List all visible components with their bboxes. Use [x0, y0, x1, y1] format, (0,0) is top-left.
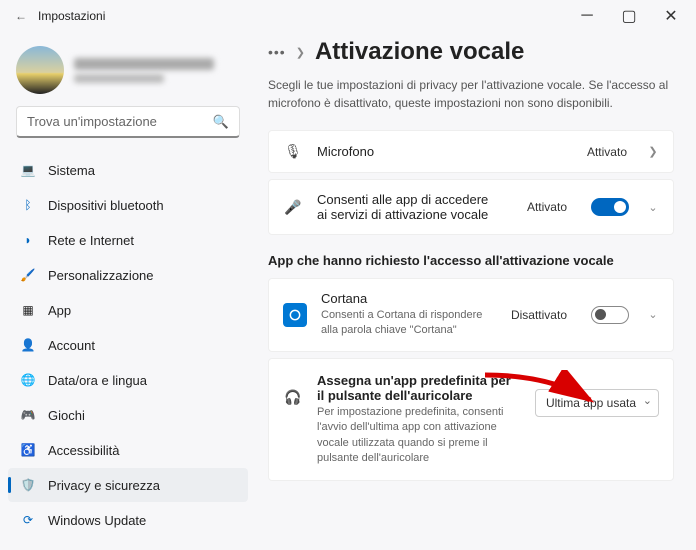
breadcrumb-more[interactable]: ••• — [268, 44, 286, 60]
nav-personalizzazione[interactable]: 🖌️Personalizzazione — [8, 258, 248, 292]
allow-status: Attivato — [527, 200, 567, 214]
user-profile[interactable] — [6, 40, 250, 106]
nav-bluetooth[interactable]: ᛒDispositivi bluetooth — [8, 188, 248, 222]
breadcrumb: ••• ❯ Attivazione vocale — [268, 38, 674, 66]
user-email — [74, 74, 164, 83]
accessibility-icon: ♿ — [20, 442, 36, 458]
card-allow-apps[interactable]: 🎤 Consenti alle app di accedere ai servi… — [268, 179, 674, 235]
nav-list: 💻Sistema ᛒDispositivi bluetooth ◗Rete e … — [6, 152, 250, 550]
brush-icon: 🖌️ — [20, 267, 36, 283]
nav-dataora[interactable]: 🌐Data/ora e lingua — [8, 363, 248, 397]
nav-app[interactable]: ▦App — [8, 293, 248, 327]
search-icon: 🔍 — [213, 114, 229, 130]
cortana-icon — [283, 303, 307, 327]
close-button[interactable]: ✕ — [650, 2, 692, 30]
headset-icon: 🎧 — [283, 389, 303, 406]
card-headset[interactable]: 🎧 Assegna un'app predefinita per il puls… — [268, 358, 674, 482]
window-title: Impostazioni — [38, 9, 105, 23]
chevron-right-icon: ❯ — [296, 46, 305, 59]
wifi-icon: ◗ — [20, 232, 36, 248]
account-icon: 👤 — [20, 337, 36, 353]
sidebar: Trova un'impostazione 🔍 💻Sistema ᛒDispos… — [0, 32, 256, 550]
mic-status: Attivato — [587, 145, 627, 159]
nav-windowsupdate[interactable]: ⟳Windows Update — [8, 503, 248, 537]
nav-sistema[interactable]: 💻Sistema — [8, 153, 248, 187]
chevron-down-icon[interactable]: ⌄ — [647, 201, 659, 214]
shield-icon: 🛡️ — [20, 477, 36, 493]
page-title: Attivazione vocale — [315, 38, 524, 66]
avatar — [16, 46, 64, 94]
section-heading: App che hanno richiesto l'accesso all'at… — [268, 253, 674, 268]
main-content: ••• ❯ Attivazione vocale Scegli le tue i… — [256, 32, 696, 550]
allow-toggle[interactable] — [591, 198, 629, 216]
cortana-status: Disattivato — [511, 308, 567, 322]
search-input[interactable]: Trova un'impostazione 🔍 — [16, 106, 240, 138]
update-icon: ⟳ — [20, 512, 36, 528]
card-microfono[interactable]: 🎙 Microfono Attivato ❯ — [268, 130, 674, 173]
gamepad-icon: 🎮 — [20, 407, 36, 423]
cortana-toggle[interactable] — [591, 306, 629, 324]
headset-app-dropdown[interactable]: Ultima app usata — [535, 389, 659, 417]
microphone-icon: 🎙 — [283, 143, 303, 160]
nav-giochi[interactable]: 🎮Giochi — [8, 398, 248, 432]
bluetooth-icon: ᛒ — [20, 197, 36, 213]
nav-privacy[interactable]: 🛡️Privacy e sicurezza — [8, 468, 248, 502]
voice-icon: 🎤 — [283, 199, 303, 216]
back-button[interactable]: ← — [4, 9, 38, 23]
minimize-button[interactable]: ─ — [566, 2, 608, 30]
nav-rete[interactable]: ◗Rete e Internet — [8, 223, 248, 257]
system-icon: 💻 — [20, 162, 36, 178]
user-name — [74, 58, 214, 70]
nav-accessibilita[interactable]: ♿Accessibilità — [8, 433, 248, 467]
card-cortana[interactable]: Cortana Consenti a Cortana di rispondere… — [268, 278, 674, 352]
search-placeholder: Trova un'impostazione — [27, 114, 157, 129]
chevron-down-icon[interactable]: ⌄ — [647, 308, 659, 321]
apps-icon: ▦ — [20, 302, 36, 318]
nav-account[interactable]: 👤Account — [8, 328, 248, 362]
page-description: Scegli le tue impostazioni di privacy pe… — [268, 76, 674, 112]
globe-icon: 🌐 — [20, 372, 36, 388]
maximize-button[interactable]: ▢ — [608, 2, 650, 30]
chevron-right-icon: ❯ — [647, 145, 659, 158]
